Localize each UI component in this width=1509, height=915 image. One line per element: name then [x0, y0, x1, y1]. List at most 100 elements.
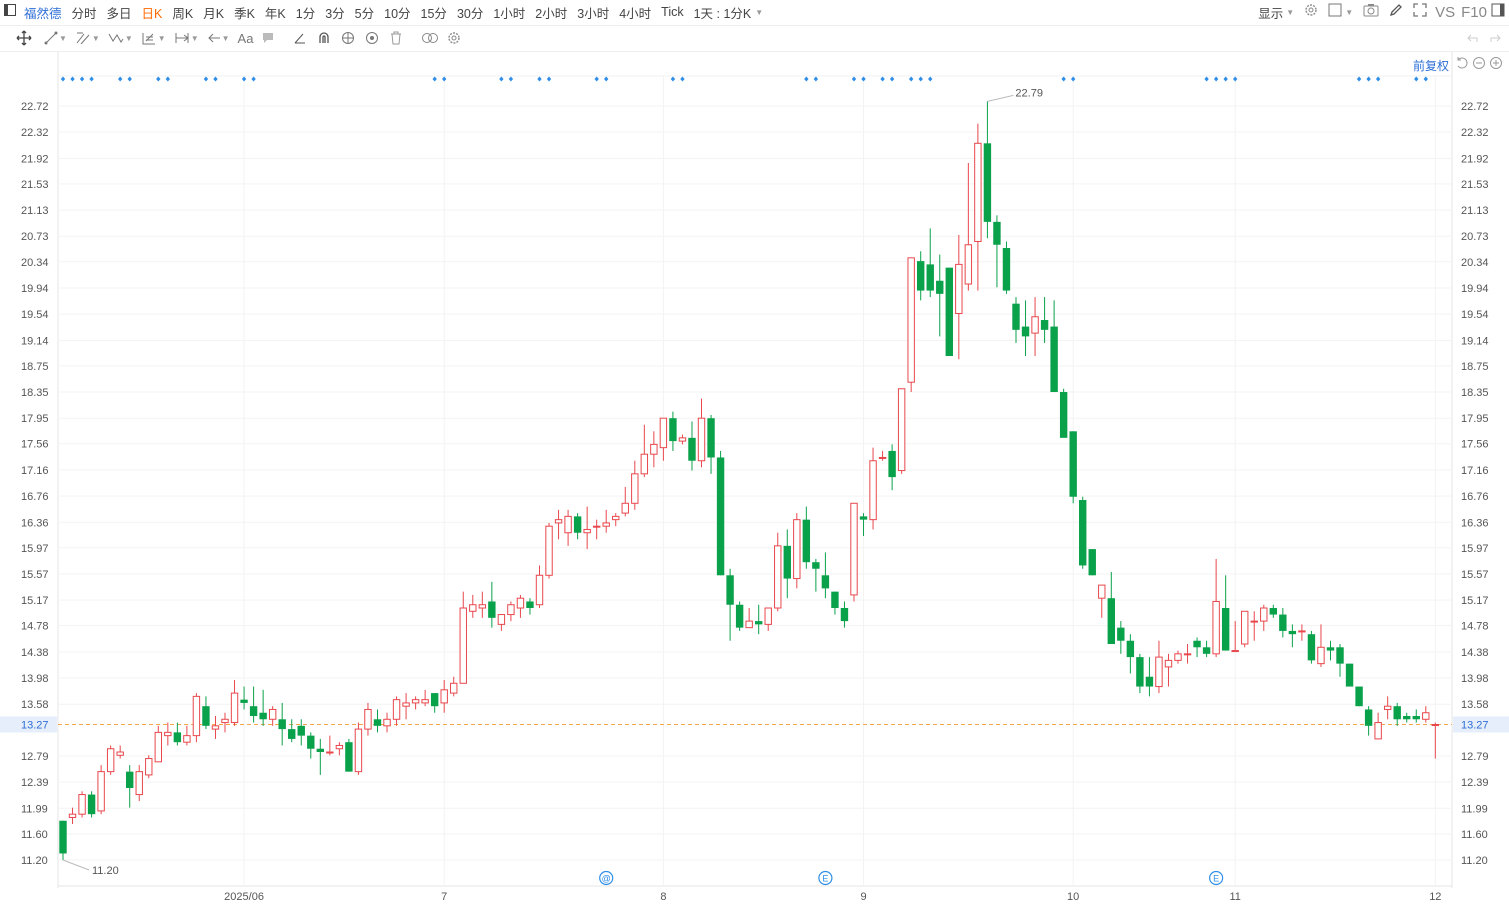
candle-body: [850, 502, 858, 596]
adjust-button[interactable]: 前复权: [1413, 57, 1449, 74]
angle-icon[interactable]: [293, 27, 307, 49]
text-icon[interactable]: Aa: [238, 27, 254, 49]
y-tick-left: 17.16: [21, 465, 49, 477]
y-tick-right: 11.99: [1461, 803, 1488, 815]
compare-icon[interactable]: [421, 27, 439, 49]
period-12[interactable]: 30分: [457, 3, 483, 22]
zoom-in-icon[interactable]: [1489, 56, 1503, 75]
candle-body: [936, 280, 944, 294]
panel-toggle-icon[interactable]: [4, 3, 16, 21]
comment-icon[interactable]: [261, 27, 275, 49]
channel-icon[interactable]: ▼: [75, 27, 100, 49]
period-5[interactable]: 季K: [234, 3, 255, 22]
period-16[interactable]: 4小时: [619, 3, 651, 22]
y-tick-left: 19.14: [21, 335, 49, 347]
signal-dot: [251, 76, 256, 82]
signal-dot: [117, 76, 123, 82]
move-icon[interactable]: [16, 27, 32, 49]
candle-body: [735, 604, 744, 628]
candle-body: [1326, 647, 1335, 651]
camera-icon[interactable]: [1363, 3, 1379, 22]
y-tick-right: 20.34: [1461, 257, 1489, 269]
candle-body: [859, 516, 868, 520]
layout-icon[interactable]: [1328, 3, 1342, 22]
signal-dot: [60, 76, 66, 82]
period-15[interactable]: 3小时: [577, 3, 609, 22]
candle-body: [1098, 584, 1106, 599]
period-4[interactable]: 月K: [203, 3, 224, 22]
y-tick-right: 11.20: [1461, 855, 1488, 867]
reset-icon[interactable]: [1455, 56, 1469, 75]
period-7[interactable]: 1分: [296, 3, 315, 22]
vs-button[interactable]: VS: [1435, 4, 1455, 21]
period-9[interactable]: 5分: [355, 3, 374, 22]
pattern-icon[interactable]: ▼: [108, 27, 133, 49]
candle-body: [583, 528, 591, 534]
candle-body: [1174, 653, 1182, 661]
fullscreen-icon[interactable]: [1413, 2, 1427, 22]
line-icon[interactable]: ▼: [44, 27, 67, 49]
period-8[interactable]: 3分: [325, 3, 344, 22]
candle-body: [1288, 630, 1297, 635]
trash-icon[interactable]: [389, 27, 403, 49]
candle-body: [354, 728, 363, 773]
candle-body: [307, 735, 315, 749]
period-1[interactable]: 多日: [107, 3, 132, 22]
candle-body: [974, 142, 982, 242]
fib-icon[interactable]: ▼: [141, 27, 166, 49]
candle-body: [278, 719, 286, 730]
period-10[interactable]: 10分: [384, 3, 410, 22]
undo-icon[interactable]: [1465, 27, 1479, 49]
y-tick-right: 19.94: [1461, 283, 1489, 295]
candle-body: [869, 460, 877, 521]
y-tick-right: 15.57: [1461, 569, 1489, 581]
candle-body: [1155, 656, 1163, 688]
settings-icon[interactable]: [447, 27, 461, 49]
chevron-down-icon[interactable]: ▼: [1345, 8, 1353, 17]
arrow-icon[interactable]: ▼: [207, 27, 230, 49]
zoom-out-icon[interactable]: [1472, 56, 1486, 75]
period-6[interactable]: 年K: [265, 3, 286, 22]
candle-body: [326, 751, 334, 754]
period-14[interactable]: 2小时: [535, 3, 567, 22]
period-18[interactable]: 1天 : 1分K: [694, 3, 752, 22]
gear-icon[interactable]: [1304, 3, 1318, 22]
period-2[interactable]: 日K: [142, 3, 163, 22]
stock-name[interactable]: 福然德: [24, 3, 62, 22]
y-tick-left: 18.75: [21, 361, 49, 373]
y-tick-right: 15.97: [1461, 543, 1489, 555]
candle-body: [450, 682, 458, 694]
period-0[interactable]: 分时: [72, 3, 97, 22]
candle-body: [1059, 392, 1068, 438]
period-17[interactable]: Tick: [661, 5, 683, 19]
period-13[interactable]: 1小时: [493, 3, 525, 22]
chevron-down-icon[interactable]: ▼: [1286, 8, 1294, 17]
candle-body: [640, 453, 649, 475]
candle-body: [1307, 634, 1316, 661]
y-tick-right: 20.73: [1461, 231, 1489, 243]
period-3[interactable]: 周K: [172, 3, 193, 22]
magnet-icon[interactable]: [317, 27, 331, 49]
display-button[interactable]: 显示: [1258, 3, 1283, 22]
eye-icon[interactable]: [341, 27, 355, 49]
y-tick-right: 12.79: [1461, 751, 1489, 763]
redo-icon[interactable]: [1489, 27, 1503, 49]
signal-dot: [889, 76, 895, 82]
candle-body: [59, 820, 67, 854]
visibility-icon[interactable]: [365, 27, 379, 49]
x-tick-label: 8: [660, 891, 666, 903]
chevron-down-icon[interactable]: ▼: [755, 8, 763, 17]
candle-body: [1021, 326, 1030, 337]
signal-dot: [156, 76, 161, 82]
sidebar-toggle-icon[interactable]: [1491, 3, 1505, 22]
candle-body: [1250, 620, 1258, 623]
period-11[interactable]: 15分: [421, 3, 447, 22]
candle-body: [774, 545, 782, 609]
measure-icon[interactable]: ▼: [174, 27, 199, 49]
candlestick-chart[interactable]: 22.72 22.72 22.32 22.32 21.92 21.92 21.53 21.53…: [0, 52, 1509, 915]
pencil-icon[interactable]: [1389, 3, 1403, 22]
candle-body: [878, 456, 887, 459]
y-tick-left: 17.56: [21, 439, 49, 451]
f10-button[interactable]: F10: [1461, 4, 1487, 21]
candle-body: [964, 244, 973, 285]
